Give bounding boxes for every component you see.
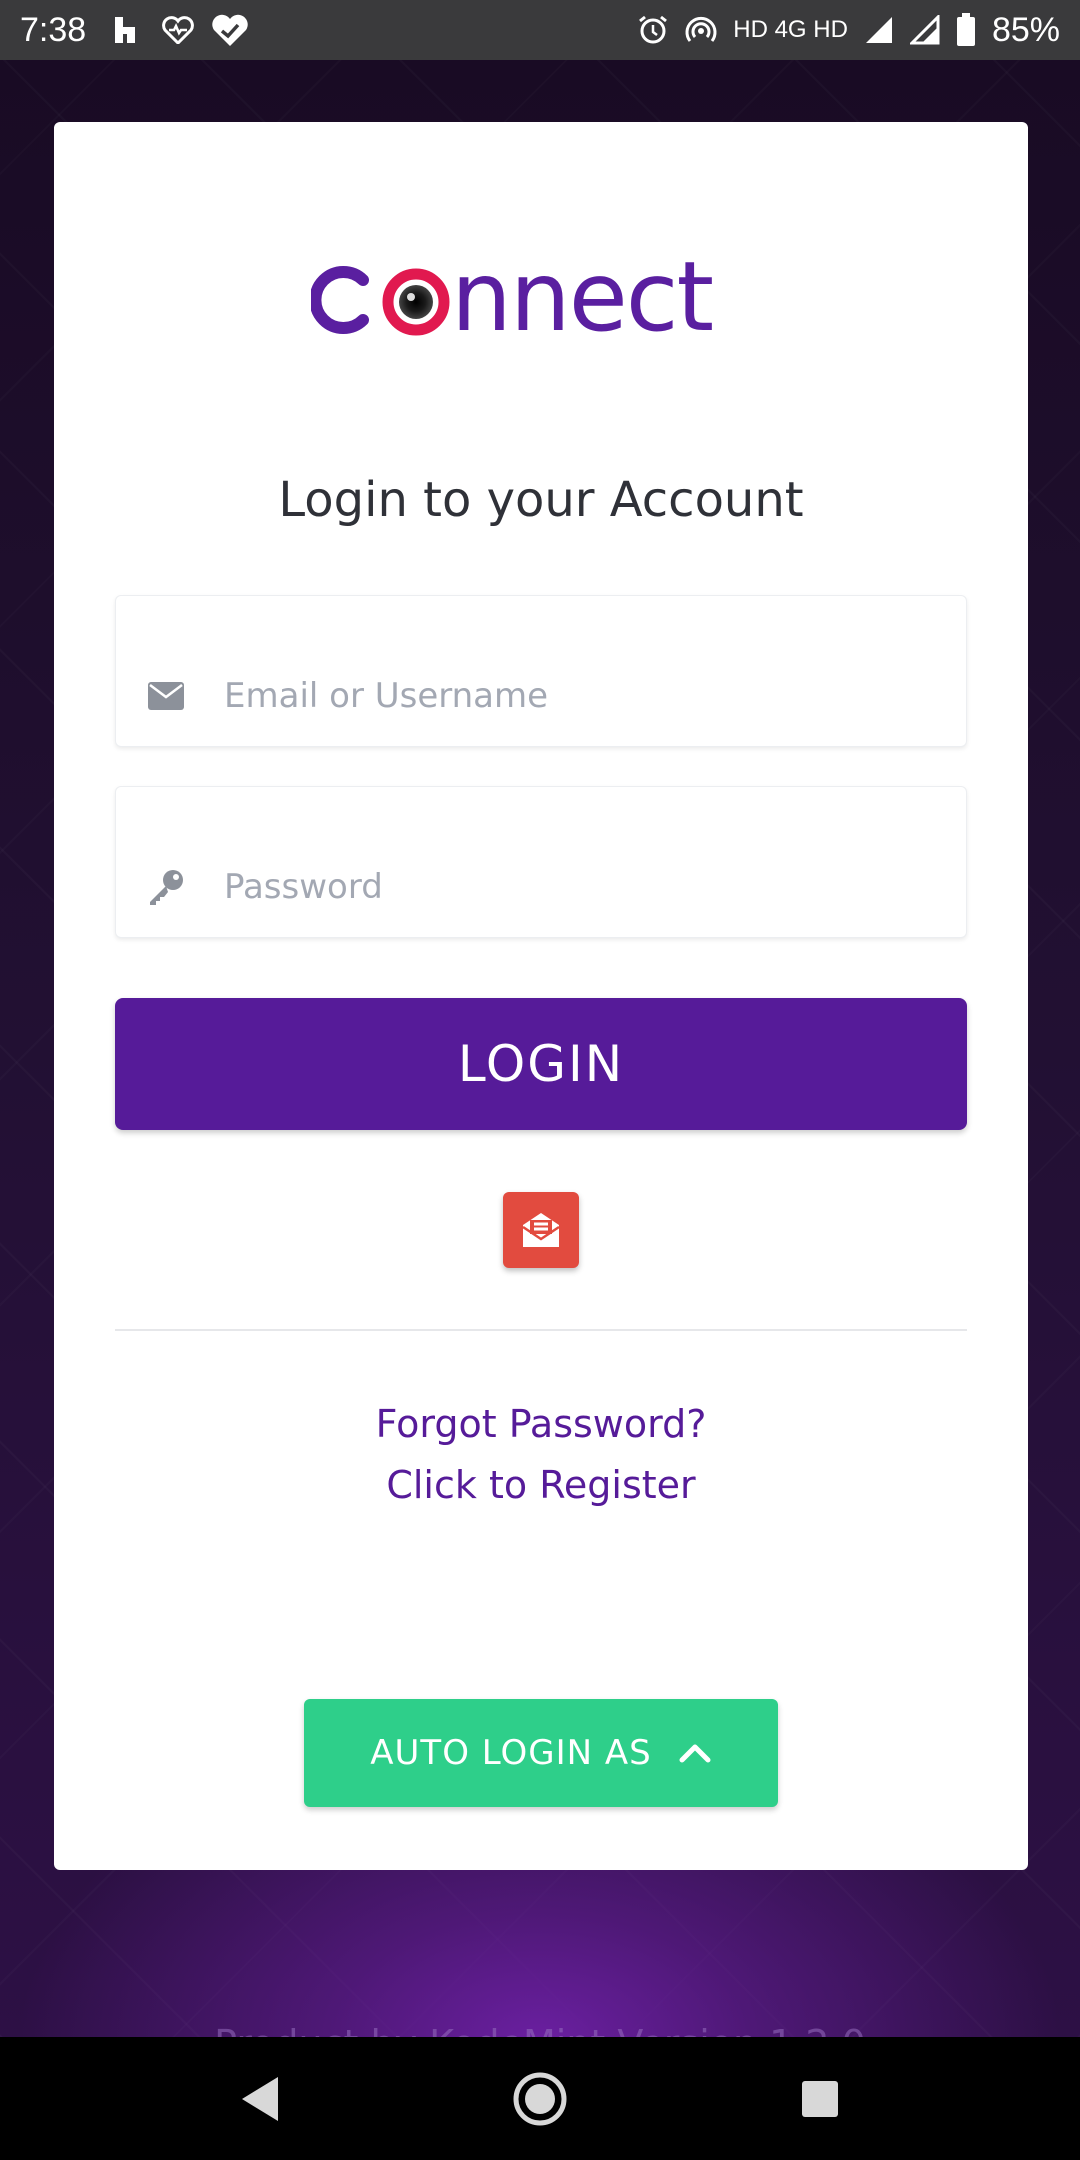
battery-percent: 85% <box>991 10 1060 49</box>
divider <box>115 1329 967 1331</box>
alarm-icon <box>637 14 669 46</box>
footer-version-text: Product by KodeMint Version 1.2.0 <box>0 2022 1080 2037</box>
email-field[interactable] <box>115 595 967 747</box>
status-bar: 7:38 HD 4G HD 85% <box>0 0 1080 60</box>
app-background: nnect Login to your Account LOGIN <box>0 60 1080 2037</box>
auto-login-button[interactable]: AUTO LOGIN AS <box>304 1699 778 1807</box>
recents-button[interactable] <box>780 2059 860 2139</box>
home-button[interactable] <box>500 2059 580 2139</box>
connect-logo: nnect <box>311 241 715 350</box>
key-icon <box>146 867 186 907</box>
battery-icon <box>956 13 976 47</box>
home-circle-icon <box>513 2072 567 2125</box>
recents-square-icon <box>802 2080 838 2117</box>
navigation-bar <box>0 2037 1080 2160</box>
heart-check-icon <box>210 13 250 47</box>
open-envelope-icon <box>522 1213 560 1247</box>
email-input[interactable] <box>224 676 864 716</box>
auto-login-label: AUTO LOGIN AS <box>370 1733 652 1773</box>
register-link[interactable]: Click to Register <box>54 1463 1028 1507</box>
mail-login-button[interactable] <box>503 1192 579 1268</box>
password-field[interactable] <box>115 786 967 938</box>
signal-icon <box>864 15 894 45</box>
back-triangle-icon <box>242 2076 278 2121</box>
envelope-icon <box>146 676 186 716</box>
hotspot-icon <box>685 14 717 46</box>
svg-text:nnect: nnect <box>451 241 713 350</box>
chevron-up-icon <box>679 1744 711 1763</box>
forgot-password-link[interactable]: Forgot Password? <box>54 1402 1028 1446</box>
home-icon <box>112 13 146 47</box>
network-labels: HD 4G HD <box>733 16 848 43</box>
password-input[interactable] <box>224 867 864 907</box>
brand-logo: nnect <box>54 240 1028 350</box>
login-card: nnect Login to your Account LOGIN <box>54 122 1028 1870</box>
page-title: Login to your Account <box>278 472 804 528</box>
status-time: 7:38 <box>20 10 87 49</box>
signal-icon-2 <box>909 15 940 45</box>
back-button[interactable] <box>220 2059 300 2139</box>
health-heart-icon <box>162 16 195 44</box>
login-button[interactable]: LOGIN <box>115 998 967 1130</box>
